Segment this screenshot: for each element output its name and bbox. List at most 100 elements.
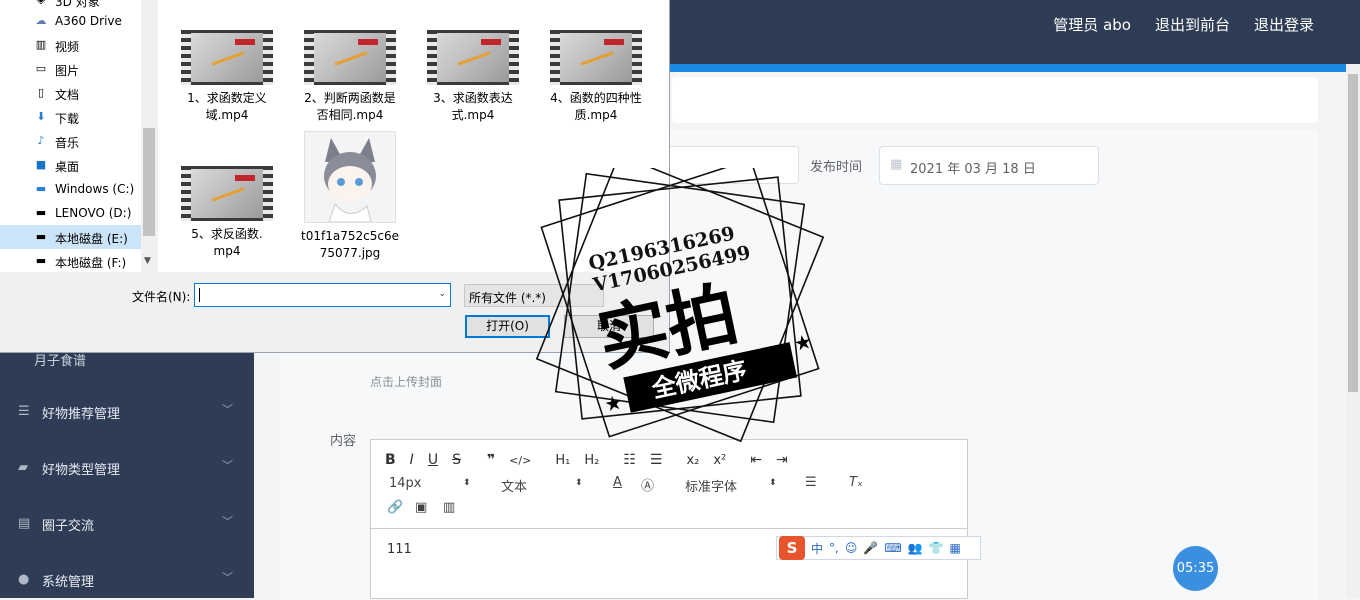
file-name-line: 否相同.mp4 [316, 108, 384, 122]
emoji-icon[interactable]: ☺ [845, 541, 858, 555]
drive-icon: ▬ [35, 206, 47, 219]
windows-drive-icon: ▬ [35, 182, 47, 195]
italic-icon[interactable]: I [410, 452, 414, 468]
sidebar-item-types[interactable]: ▰ 好物类型管理 ﹀ [0, 448, 254, 488]
scrollbar-thumb[interactable] [1348, 74, 1358, 392]
ime-mode-chinese[interactable]: 中 [811, 540, 823, 557]
tree-item-e-drive[interactable]: ▬ 本地磁盘 (E:) [0, 225, 141, 249]
font-size-select[interactable]: 14px ⬍ [389, 476, 479, 491]
heading1-icon[interactable]: H₁ [555, 453, 570, 468]
file-item[interactable]: 3、求函数表达 式.mp4 [418, 30, 528, 124]
drive-icon: ▬ [35, 254, 47, 267]
file-name-line: mp4 [213, 244, 241, 258]
rich-text-editor: B I U S ❞ </> H₁ H₂ ☷ ☰ x₂ x² ⇤ ⇥ 14px ⬍… [370, 439, 968, 599]
file-item[interactable]: 2、判断两函数是 否相同.mp4 [295, 30, 405, 124]
user-switch-icon[interactable]: 👥 [908, 541, 923, 555]
chevron-down-icon[interactable]: ▼ [144, 256, 151, 266]
file-name-line: 2、判断两函数是 [304, 91, 396, 105]
keyboard-icon[interactable]: ⌨ [884, 541, 901, 555]
exit-to-front-link[interactable]: 退出到前台 [1155, 14, 1230, 35]
upload-cover-hint[interactable]: 点击上传封面 [370, 373, 442, 390]
tree-item-d-drive[interactable]: ▬ LENOVO (D:) [0, 201, 141, 225]
gamepad-icon: ▰ [18, 460, 28, 475]
ime-toolbar: S 中 °, ☺ 🎤 ⌨ 👥 👕 ▦ [776, 536, 981, 560]
text-type-select[interactable]: 文本 ⬍ [501, 476, 591, 495]
strike-icon[interactable]: S [452, 452, 461, 468]
file-item[interactable]: 5、求反函数. mp4 [172, 166, 282, 260]
font-color-icon[interactable]: A [613, 475, 622, 490]
video-icon[interactable]: ▥ [443, 500, 455, 515]
bold-icon[interactable]: B [385, 452, 396, 468]
microphone-icon[interactable]: 🎤 [863, 541, 878, 555]
tree-item-label: Windows (C:) [55, 182, 135, 196]
quote-icon[interactable]: ❞ [487, 452, 495, 468]
tree-item-label: 桌面 [55, 160, 80, 174]
sidebar-item-system[interactable]: ● 系统管理 ﹀ [0, 560, 254, 600]
tree-item-c-drive[interactable]: ▬ Windows (C:) [0, 177, 141, 201]
file-item[interactable]: t01f1a752c5c6e 75077.jpg [295, 131, 405, 262]
clear-format-icon[interactable]: Tₓ [849, 475, 863, 490]
image-thumbnail [304, 131, 396, 223]
link-icon[interactable]: 🔗 [387, 500, 403, 515]
picture-icon: ▭ [35, 62, 47, 75]
tree-item-label: A360 Drive [55, 14, 122, 28]
video-thumbnail [181, 30, 273, 85]
file-item[interactable]: 4、函数的四种性 质.mp4 [541, 30, 651, 124]
underline-icon[interactable]: U [428, 452, 438, 468]
file-name-line: 75077.jpg [319, 246, 381, 260]
tree-item-a360[interactable]: ☁ A360 Drive [0, 9, 141, 33]
align-icon[interactable]: ☰ [805, 475, 817, 490]
video-thumbnail [181, 166, 273, 221]
tree-scrollbar[interactable]: ▼ [141, 0, 157, 272]
tree-item-pictures[interactable]: ▭ 图片 [0, 57, 141, 81]
tree-item-f-drive[interactable]: ▬ 本地磁盘 (F:) [0, 249, 141, 273]
video-thumbnail [427, 30, 519, 85]
page-scrollbar[interactable] [1346, 64, 1360, 598]
scrollbar-thumb[interactable] [143, 128, 155, 236]
superscript-icon[interactable]: x² [713, 453, 726, 468]
star-icon: ★ [792, 329, 815, 356]
editor-body-text[interactable]: 111 [387, 542, 412, 557]
drive-icon: ☁ [35, 14, 47, 27]
background-color-icon[interactable]: Ⓐ [641, 475, 654, 494]
tree-item-videos[interactable]: ▥ 视频 [0, 33, 141, 57]
publish-date-picker[interactable]: ▦ 2021 年 03 月 18 日 [879, 146, 1099, 185]
header-links: 管理员 abo 退出到前台 退出登录 [1053, 14, 1314, 35]
filename-label: 文件名(N): [132, 290, 191, 304]
chevron-down-icon: ﹀ [222, 459, 233, 472]
music-icon: ♪ [37, 134, 45, 147]
skin-shirt-icon[interactable]: 👕 [929, 541, 944, 555]
tree-item-downloads[interactable]: ⬇ 下载 [0, 105, 141, 129]
breadcrumb-card [672, 77, 1318, 123]
filename-input[interactable]: ⌄ [194, 283, 451, 307]
sidebar-item-label: 好物类型管理 [42, 463, 121, 478]
tree-item-documents[interactable]: ▯ 文档 [0, 81, 141, 105]
sidebar-item-recommend[interactable]: ☰ 好物推荐管理 ﹀ [0, 392, 254, 432]
ordered-list-icon[interactable]: ☷ [623, 452, 636, 468]
logout-link[interactable]: 退出登录 [1254, 14, 1314, 35]
font-family-value: 标准字体 [685, 480, 738, 495]
code-icon[interactable]: </> [509, 454, 531, 467]
admin-user-link[interactable]: 管理员 abo [1053, 14, 1131, 35]
tree-item-label: 下载 [55, 112, 80, 126]
chevron-down-icon[interactable]: ⌄ [438, 289, 446, 299]
tree-item-desktop[interactable]: ■ 桌面 [0, 153, 141, 177]
file-name-line: 4、函数的四种性 [550, 91, 642, 105]
file-item[interactable]: 1、求函数定义 域.mp4 [172, 30, 282, 124]
indent-icon[interactable]: ⇥ [776, 452, 788, 468]
sogou-logo-icon[interactable]: S [779, 536, 805, 560]
updown-icon: ⬍ [463, 478, 471, 488]
bullet-list-icon[interactable]: ☰ [650, 452, 663, 468]
ime-punct-toggle[interactable]: °, [829, 541, 839, 555]
heading2-icon[interactable]: H₂ [584, 453, 599, 468]
toolbox-grid-icon[interactable]: ▦ [950, 541, 961, 555]
tree-item-label: 本地磁盘 (E:) [55, 232, 128, 246]
text-type-value: 文本 [501, 480, 528, 495]
tree-item-label: 图片 [55, 64, 80, 78]
sidebar-item-circle[interactable]: ▤ 圈子交流 ﹀ [0, 504, 254, 544]
tree-item-music[interactable]: ♪ 音乐 [0, 129, 141, 153]
subscript-icon[interactable]: x₂ [686, 453, 699, 468]
image-icon[interactable]: ▣ [415, 500, 427, 515]
outdent-icon[interactable]: ⇤ [750, 452, 762, 468]
font-family-select[interactable]: 标准字体 ⬍ [685, 476, 785, 495]
